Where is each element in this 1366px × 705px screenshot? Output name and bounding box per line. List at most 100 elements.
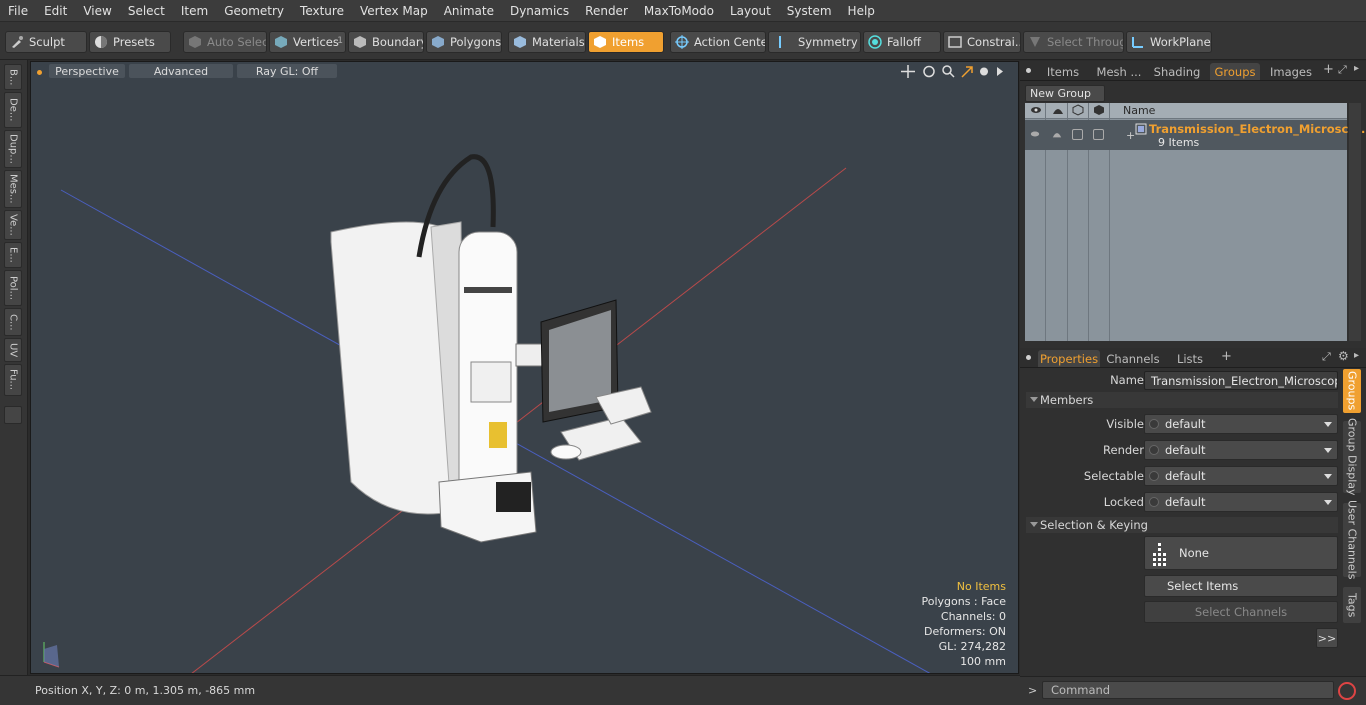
group-list-scrollbar[interactable] [1349,103,1361,341]
expand-panel-icon[interactable]: ⤢ [1338,63,1347,77]
menu-dynamics[interactable]: Dynamics [502,0,577,22]
materials-button[interactable]: Materials [508,31,586,53]
workplane-button[interactable]: WorkPlane [1126,31,1212,53]
row-render-icon[interactable] [1052,129,1062,142]
visible-dropdown[interactable]: default [1144,414,1338,434]
constraints-button[interactable]: Constrai... [943,31,1021,53]
top-tab-row: Items Mesh ... Shading Groups Images + ⤢… [1020,61,1366,81]
select-items-button[interactable]: Select Items [1144,575,1338,597]
new-group-button[interactable]: New Group [1025,85,1105,102]
row-lock-checkbox[interactable] [1072,129,1083,140]
select-through-button[interactable]: Select Through [1023,31,1124,53]
constraints-label: Constrai... [967,35,1021,49]
items-label: Items [612,35,645,49]
menu-texture[interactable]: Texture [292,0,352,22]
render-icon[interactable] [1052,104,1064,119]
side-tab-group-display[interactable]: Group Display [1343,418,1361,496]
menu-item[interactable]: Item [173,0,216,22]
tab-groups[interactable]: Groups [1210,63,1260,80]
menu-maxtomodo[interactable]: MaxToModo [636,0,722,22]
left-tab-curve[interactable]: C... [4,308,22,336]
members-section[interactable]: Members [1026,392,1338,408]
row-eye-icon[interactable] [1030,129,1040,142]
row-select-checkbox[interactable] [1093,129,1104,140]
command-input[interactable]: Command [1042,681,1334,699]
left-tab-edge[interactable]: E... [4,242,22,268]
boundary-button[interactable]: Boundary [348,31,424,53]
action-center-label: Action Center [694,35,766,49]
select-cube-icon[interactable] [1093,104,1105,119]
boundary-label: Boundary [372,35,424,49]
3d-viewport[interactable]: Perspective Advanced Ray GL: Off No Item… [30,61,1019,674]
shading-dropdown[interactable]: Advanced [129,64,233,78]
sculpt-button[interactable]: Sculpt [5,31,87,53]
left-tab-polygon[interactable]: Pol... [4,270,22,306]
z-axis-line [191,167,847,673]
panel-menu-dot[interactable] [1026,68,1031,73]
menu-animate[interactable]: Animate [436,0,502,22]
group-row[interactable]: + Transmission_Electron_Microsc ... 9 It… [1025,120,1365,150]
more-button[interactable]: >> [1316,628,1338,648]
falloff-button[interactable]: Falloff [863,31,941,53]
menu-system[interactable]: System [779,0,840,22]
keying-none-button[interactable]: None [1144,536,1338,570]
locked-dropdown[interactable]: default [1144,492,1338,512]
expand-plus-icon[interactable]: + [1126,129,1135,142]
viewport-menu-dot[interactable] [37,70,42,75]
menu-edit[interactable]: Edit [36,0,75,22]
ray-gl-toggle[interactable]: Ray GL: Off [237,64,337,78]
side-tab-user-channels[interactable]: User Channels [1343,500,1361,580]
panel-arrow-icon[interactable]: ▸ [1354,63,1359,74]
left-tab-duplicate[interactable]: Dup... [4,130,22,168]
menu-layout[interactable]: Layout [722,0,779,22]
falloff-label: Falloff [887,35,921,49]
items-button[interactable]: Items [588,31,664,53]
vertices-button[interactable]: Vertices 1 [269,31,346,53]
eye-icon[interactable] [1030,104,1042,119]
left-tab-basic[interactable]: B... [4,64,22,90]
menu-select[interactable]: Select [120,0,173,22]
menu-bar: File Edit View Select Item Geometry Text… [0,0,1366,22]
selectable-label: Selectable [1083,469,1144,483]
tab-shading[interactable]: Shading [1150,63,1204,80]
left-tab-extra[interactable] [4,406,22,424]
tab-mesh[interactable]: Mesh ... [1092,63,1146,80]
boundary-icon [354,36,366,48]
menu-file[interactable]: File [0,0,36,22]
left-tab-vertex[interactable]: Ve... [4,210,22,240]
presets-button[interactable]: Presets [89,31,171,53]
cabinet-body [330,221,452,515]
menu-geometry[interactable]: Geometry [216,0,292,22]
selection-keying-section[interactable]: Selection & Keying [1026,517,1338,533]
none-label: None [1179,546,1210,560]
settings-gear-icon [980,67,988,76]
tab-items[interactable]: Items [1038,63,1088,80]
render-dropdown[interactable]: default [1144,440,1338,460]
menu-view[interactable]: View [75,0,119,22]
side-tab-groups[interactable]: Groups [1343,369,1361,413]
menu-vertex-map[interactable]: Vertex Map [352,0,436,22]
view-mode-dropdown[interactable]: Perspective [49,64,125,78]
left-tab-mesh-edit[interactable]: Mes... [4,170,22,208]
symmetry-button[interactable]: Symmetry [768,31,861,53]
side-tab-tags[interactable]: Tags [1343,587,1361,623]
viewport-scene [43,154,931,673]
group-list-header: Name [1025,103,1347,119]
name-field[interactable]: Transmission_Electron_Microscope_Wi [1144,371,1338,390]
tab-images[interactable]: Images [1264,63,1318,80]
record-icon[interactable] [1338,682,1356,700]
action-center-button[interactable]: Action Center [670,31,766,53]
auto-select-button[interactable]: Auto Select [183,31,267,53]
toolbar: Sculpt Presets Auto Select Vertices 1 Bo… [0,22,1366,60]
menu-help[interactable]: Help [840,0,883,22]
polygons-button[interactable]: Polygons [426,31,502,53]
menu-render[interactable]: Render [577,0,636,22]
lock-cube-icon[interactable] [1072,104,1084,119]
select-channels-button[interactable]: Select Channels [1144,601,1338,623]
left-tab-deform[interactable]: De... [4,92,22,128]
add-tab-icon[interactable]: + [1323,62,1334,77]
move-icon [901,65,915,78]
selectable-dropdown[interactable]: default [1144,466,1338,486]
left-tab-fusion[interactable]: Fu... [4,364,22,396]
left-tab-uv[interactable]: UV [4,338,22,362]
